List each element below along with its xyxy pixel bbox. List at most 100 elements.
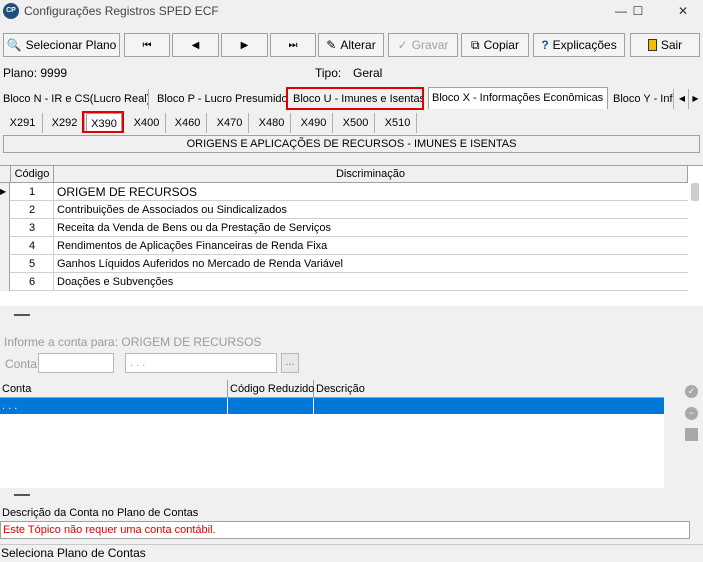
stop-icon[interactable] [685,428,698,441]
row-indicator [0,273,10,291]
row-code: 2 [11,201,54,219]
copy-label: Copiar [483,38,519,52]
row-account: . . . [0,398,228,414]
tab-bloco-u[interactable]: Bloco U - Imunes e Isentas [290,89,423,109]
tab-x490[interactable]: X490 [295,113,333,133]
type-label: Tipo: [315,66,342,80]
row-code: 3 [11,219,54,237]
tab-x400[interactable]: X400 [128,113,166,133]
tabs-scroll-right-icon[interactable]: ▶ [689,89,702,109]
tabs-scroll-left-icon[interactable]: ◀ [676,89,689,109]
first-icon: ⏮ [142,39,152,51]
account-description-label: Descrição da Conta no Plano de Contas [2,507,199,519]
type-value: Geral [353,66,383,80]
status-bar: Seleciona Plano de Contas [0,544,703,562]
exit-label: Sair [660,38,683,52]
table-row[interactable]: 2 Contribuições de Associados ou Sindica… [0,201,688,219]
row-desc: Contribuições de Associados ou Sindicali… [57,204,287,216]
row-indicator [0,237,10,255]
row-desc: Receita da Venda de Bens ou da Prestação… [57,222,331,234]
row-description [314,398,664,414]
close-button[interactable]: ✕ [666,0,700,22]
tab-x480[interactable]: X480 [253,113,291,133]
help-icon: ? [541,38,549,52]
title-bar: CP Configurações Registros SPED ECF — ☐ … [0,0,703,22]
current-row-indicator-icon: ▶ [0,183,10,201]
grid2-header-description[interactable]: Descrição [314,380,664,398]
row-code: 6 [11,273,54,291]
tab-bloco-n[interactable]: Bloco N - IR e CS(Lucro Real) [0,89,149,109]
next-record-button[interactable]: ▶ [221,33,268,57]
splitter-handle-top[interactable] [14,314,30,316]
sub-tabs: X291 X292 X390 X400 X460 X470 X480 X490 … [0,111,703,133]
row-indicator [0,201,10,219]
save-button[interactable]: ✓ Gravar [388,33,458,57]
block-tabs: Bloco N - IR e CS(Lucro Real) Bloco P - … [0,87,703,110]
check-icon: ✓ [397,38,408,52]
plan-label: Plano: 9999 [3,66,68,80]
grid1-scrollbar-thumb[interactable] [691,183,699,201]
app-logo-icon: CP [3,3,19,19]
grid2-header-reduced-code[interactable]: Código Reduzido [228,380,314,398]
edit-icon: ✎ [326,38,337,52]
confirm-icon[interactable]: ✓ [685,385,698,398]
last-icon: ⏭ [288,39,298,51]
table-row[interactable]: . . . [0,398,664,414]
grid2-header-account[interactable]: Conta [0,380,228,398]
first-record-button[interactable]: ⏮ [124,33,170,57]
row-desc: Ganhos Líquidos Auferidos no Mercado de … [57,258,343,270]
tab-x291[interactable]: X291 [3,113,43,133]
row-reduced-code [228,398,314,414]
explanations-label: Explicações [552,38,617,52]
select-plan-label: Selecionar Plano [25,38,117,52]
table-row[interactable]: 4 Rendimentos de Aplicações Financeiras … [0,237,688,255]
account-label: Conta [5,357,38,371]
copy-icon: ⧉ [471,37,480,52]
account-name-input[interactable]: . . . [125,353,277,373]
accounts-grid: Conta Código Reduzido Descrição . . . [0,380,664,488]
section-title: ORIGENS E APLICAÇÕES DE RECURSOS - IMUNE… [3,135,700,153]
edit-label: Alterar [340,38,376,52]
remove-icon[interactable]: − [685,407,698,420]
account-prompt: Informe a conta para: ORIGEM DE RECURSOS [4,335,262,349]
select-plan-button[interactable]: 🔍 Selecionar Plano [3,33,120,57]
tab-x460[interactable]: X460 [169,113,207,133]
row-code: 1 [11,183,54,201]
row-code: 5 [11,255,54,273]
account-description-field: Este Tópico não requer uma conta contábi… [0,521,690,539]
maximize-button[interactable]: ☐ [621,0,655,22]
table-row[interactable]: 5 Ganhos Líquidos Auferidos no Mercado d… [0,255,688,273]
tab-x470[interactable]: X470 [211,113,249,133]
last-record-button[interactable]: ⏭ [270,33,316,57]
table-row[interactable]: 6 Doações e Subvenções [0,273,688,291]
splitter-handle-bottom[interactable] [14,494,30,496]
tab-x390[interactable]: X390 [86,113,122,133]
row-code: 4 [11,237,54,255]
tab-bloco-x[interactable]: Bloco X - Informações Econômicas [428,87,608,109]
row-desc: Rendimentos de Aplicações Financeiras de… [57,240,328,252]
edit-button[interactable]: ✎ Alterar [318,33,384,57]
prev-record-button[interactable]: ◀ [172,33,219,57]
discrimination-grid: Código Discriminação ▶ 1 ORIGEM DE RECUR… [0,165,703,306]
tab-bloco-p[interactable]: Bloco P - Lucro Presumido [154,89,287,109]
row-desc: Doações e Subvenções [57,276,174,288]
tab-bloco-y[interactable]: Bloco Y - Informações Gerais [610,89,674,109]
account-code-input[interactable] [38,353,114,373]
next-icon: ▶ [240,39,249,51]
table-row[interactable]: ▶ 1 ORIGEM DE RECURSOS [0,183,688,201]
row-desc: ORIGEM DE RECURSOS [57,185,198,199]
tab-x510[interactable]: X510 [379,113,417,133]
prev-icon: ◀ [191,39,200,51]
toolbar: 🔍 Selecionar Plano ⏮ ◀ ▶ ⏭ ✎ Alterar ✓ G… [0,33,703,59]
table-row[interactable]: 3 Receita da Venda de Bens ou da Prestaç… [0,219,688,237]
save-label: Gravar [411,38,449,52]
copy-button[interactable]: ⧉ Copiar [461,33,529,57]
exit-button[interactable]: Sair [630,33,700,57]
tab-x292[interactable]: X292 [45,113,85,133]
tab-x500[interactable]: X500 [337,113,375,133]
grid1-header-desc[interactable]: Discriminação [54,166,688,183]
grid1-corner [0,166,11,183]
grid1-header-code[interactable]: Código [11,166,54,183]
browse-account-button[interactable]: ... [281,353,299,373]
explanations-button[interactable]: ? Explicações [533,33,625,57]
